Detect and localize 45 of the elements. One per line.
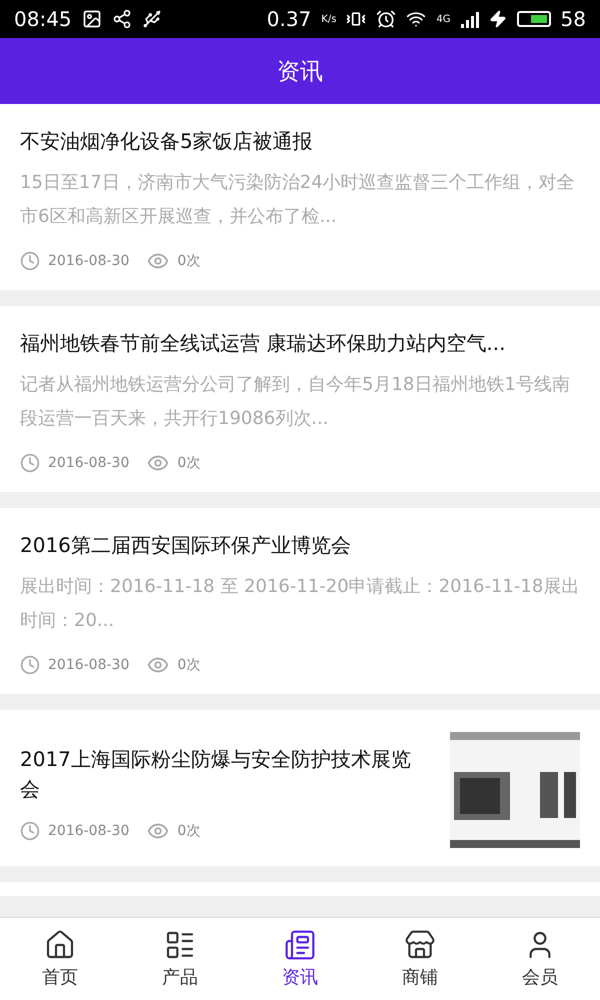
- store-icon: [404, 929, 436, 961]
- view-count: 0次: [177, 252, 200, 270]
- article-title: 福州地铁春节前全线试运营 康瑞达环保助力站内空气...: [20, 330, 506, 357]
- view-count: 0次: [177, 656, 200, 674]
- article-date: 2016-08-30: [48, 823, 130, 839]
- usb-icon: [142, 9, 162, 29]
- home-icon: [44, 929, 76, 961]
- article-date: 2016-08-30: [48, 253, 130, 269]
- article-title: 2016第二届西安国际环保产业博览会: [20, 532, 352, 559]
- list-icon: [164, 929, 196, 961]
- network-speed: 0.37: [266, 7, 312, 31]
- clock-icon: [20, 251, 40, 271]
- charging-icon: [488, 10, 507, 28]
- article-title: 不安油烟净化设备5家饭店被通报: [20, 128, 314, 155]
- battery-icon: [516, 11, 551, 27]
- clock-icon: [20, 453, 40, 473]
- view-count: 0次: [177, 454, 200, 472]
- tab-item[interactable]: 产品: [120, 918, 240, 1000]
- article-summary: 15日至17日，济南市大气污染防治24小时巡查监督三个工作组，对全市6区和高新区开展巡查，并公布了检...: [20, 171, 576, 229]
- tab-item[interactable]: 会员: [480, 918, 600, 1000]
- article-card[interactable]: 福州地铁春节前全线试运营 康瑞达环保助力站内空气... 记者从福州地铁运营分公司了解到，自今年5月18日福州地铁1号线南段运营一百天来，共开行19086列次... 2016-08-30 0次: [0, 306, 600, 492]
- article-card[interactable]: 2017上海国际粉尘防爆与安全防护技术展览会 2016-08-30 0次: [0, 710, 600, 866]
- article-date: 2016-08-30: [48, 657, 130, 673]
- article-summary: 记者从福州地铁运营分公司了解到，自今年5月18日福州地铁1号线南段运营一百天来，共开行19086列次...: [20, 373, 571, 431]
- article-title: 2017上海国际粉尘防爆与安全防护技术展览会: [20, 746, 412, 803]
- speed-unit: K/s: [321, 14, 336, 24]
- signal-icon: [460, 10, 479, 28]
- tab-item[interactable]: 商铺: [360, 918, 480, 1000]
- clock-icon: [20, 655, 40, 675]
- tab-item[interactable]: 首页: [0, 918, 120, 1000]
- alarm-icon: [376, 9, 396, 29]
- newspaper-icon: [284, 929, 316, 961]
- article-date: 2016-08-30: [48, 455, 130, 471]
- page-title: 资讯: [277, 58, 323, 86]
- article-card[interactable]: 2016第二届西安国际环保产业博览会 展出时间：2016-11-18 至 2016-11-20申请截止：2016-11-18展出时间：20... 2016-08-30 0次: [0, 508, 600, 694]
- battery-percent: 58: [560, 7, 586, 31]
- clock-icon: [20, 821, 40, 841]
- article-summary: 展出时间：2016-11-18 至 2016-11-20申请截止：2016-11-18展出时间：20...: [20, 575, 580, 633]
- image-icon: [82, 9, 102, 29]
- view-count: 0次: [177, 822, 200, 840]
- tab-item[interactable]: 资讯: [240, 918, 360, 1000]
- article-card[interactable]: 不安油烟净化设备5家饭店被通报 15日至17日，济南市大气污染防治24小时巡查监督三个工作组，对全市6区和高新区开展巡查，并公布了检... 2016-08-30 0次: [0, 104, 600, 290]
- network-type: 4G: [436, 14, 451, 24]
- status-time: 08:45: [14, 7, 72, 31]
- share-icon: [112, 9, 132, 29]
